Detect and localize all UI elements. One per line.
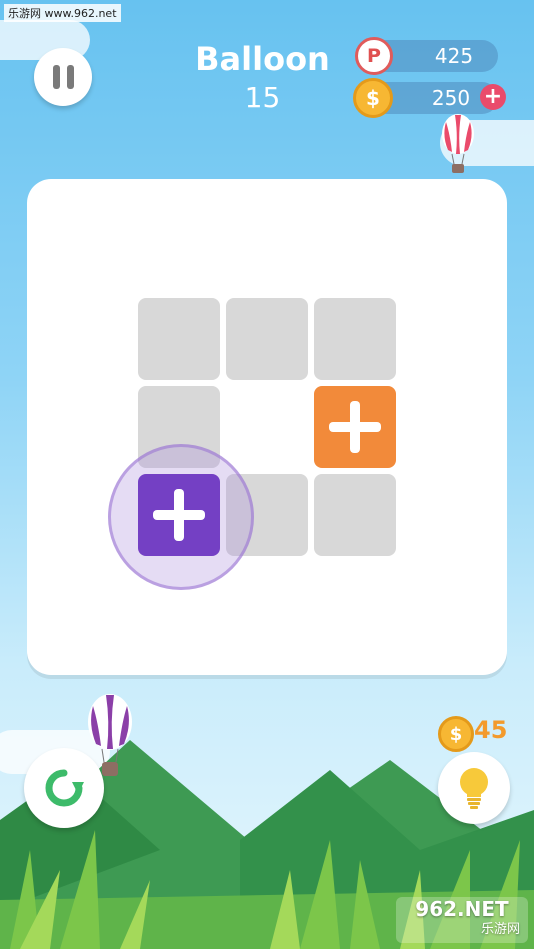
- points-icon: P: [355, 37, 393, 75]
- brand-watermark-sub: 乐游网: [480, 922, 520, 937]
- purple-plus-tile[interactable]: [138, 474, 220, 556]
- hint-button[interactable]: [438, 752, 510, 824]
- grid-cell-empty[interactable]: [314, 474, 396, 556]
- restart-button[interactable]: [24, 748, 104, 828]
- plus-icon: [329, 401, 381, 453]
- brand-watermark-main: 962.NET: [415, 897, 509, 921]
- plus-icon: [153, 489, 205, 541]
- coins-value: 250: [431, 86, 471, 110]
- site-watermark: 乐游网 www.962.net: [4, 4, 121, 22]
- hint-cost: 45: [474, 716, 508, 744]
- grid-cell-empty[interactable]: [314, 298, 396, 380]
- brand-watermark: 962.NET 乐游网: [396, 897, 528, 943]
- lightbulb-icon: [460, 768, 488, 809]
- pause-icon: [52, 65, 74, 89]
- puzzle-title: Balloon: [195, 40, 330, 78]
- restart-icon: [45, 769, 84, 807]
- points-value: 425: [434, 44, 474, 68]
- pause-button[interactable]: [34, 48, 92, 106]
- grid-cell-empty[interactable]: [138, 298, 220, 380]
- orange-plus-tile[interactable]: [314, 386, 396, 468]
- game-board: [27, 179, 507, 675]
- coin-icon: $: [353, 78, 393, 118]
- hint-coin-icon: $: [438, 716, 474, 752]
- level-number: 15: [244, 81, 281, 114]
- add-coins-button[interactable]: +: [480, 84, 506, 110]
- grid-cell-empty[interactable]: [226, 298, 308, 380]
- hot-air-balloon-icon: [442, 114, 474, 173]
